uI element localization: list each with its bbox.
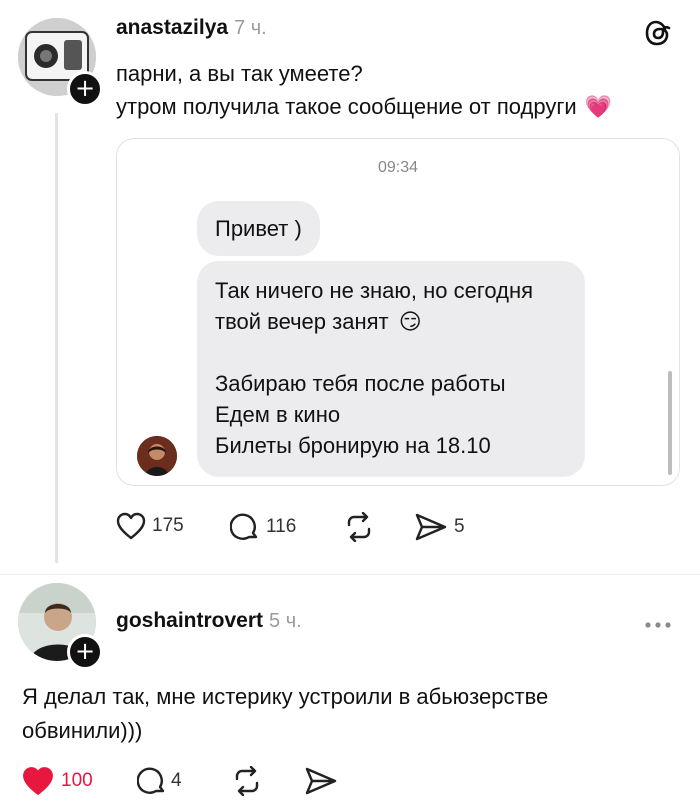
repost-icon xyxy=(235,766,259,796)
message-line2: твой вечер занят xyxy=(215,309,389,334)
repost-icon xyxy=(347,512,371,542)
heart-icon xyxy=(116,512,146,540)
follow-plus-button-reply[interactable]: + xyxy=(67,634,103,670)
share-icon xyxy=(305,767,337,795)
heart-filled-icon xyxy=(23,767,53,795)
post-username[interactable]: anastazilya xyxy=(116,16,228,40)
share-count: 5 xyxy=(454,516,465,537)
post-time: 7 ч. xyxy=(234,17,267,39)
post-text-line2-text: утром получила такое сообщение от подруг… xyxy=(116,94,577,119)
threads-logo-icon[interactable] xyxy=(643,18,673,48)
reply-time: 5 ч. xyxy=(269,610,302,632)
heart-emoji: 💗 xyxy=(584,94,613,119)
message-line2-row: твой вечер занят 😏 xyxy=(215,306,567,337)
message-bubble-greeting: Привет ) xyxy=(197,201,320,256)
comment-icon xyxy=(137,767,165,794)
reply-comment-button[interactable]: 4 xyxy=(137,766,182,796)
post-header: anastazilya 7 ч. xyxy=(116,16,267,40)
like-button[interactable]: 175 xyxy=(116,512,184,540)
post-text-line1: парни, а вы так умеете? xyxy=(116,61,363,86)
message-line5: Билеты бронирую на 18.10 xyxy=(215,433,491,458)
message-line1: Так ничего не знаю, но сегодня xyxy=(215,278,534,303)
message-greeting-text: Привет ) xyxy=(215,216,302,241)
reply-like-button[interactable]: 100 xyxy=(22,766,93,796)
reply-text-line2: обвинили))) xyxy=(22,718,143,743)
reply-share-button[interactable] xyxy=(304,766,338,796)
message-bubble-main: Так ничего не знаю, но сегодня твой вече… xyxy=(197,261,585,477)
message-line4: Едем в кино xyxy=(215,402,341,427)
reply-username[interactable]: goshaintrovert xyxy=(116,609,263,633)
reply-like-count: 100 xyxy=(61,770,93,791)
comment-count: 116 xyxy=(266,516,297,537)
reply-text-line1: Я делал так, мне истерику устроили в абь… xyxy=(22,684,549,709)
divider xyxy=(0,574,700,575)
like-count: 175 xyxy=(152,515,184,536)
message-line3: Забираю тебя после работы xyxy=(215,371,506,396)
reply-header: goshaintrovert 5 ч. xyxy=(116,609,302,633)
thread-line xyxy=(55,113,58,563)
post-text-line2: утром получила такое сообщение от подруг… xyxy=(116,94,612,120)
share-button[interactable]: 5 xyxy=(414,512,465,542)
message-time: 09:34 xyxy=(377,159,419,176)
comment-button[interactable]: 116 xyxy=(230,512,296,542)
share-icon xyxy=(415,513,447,541)
follow-plus-button[interactable]: + xyxy=(67,71,103,107)
attached-screenshot[interactable]: 09:34 Привет ) Так ничего не знаю, но се… xyxy=(116,138,680,486)
reply-repost-button[interactable] xyxy=(231,766,263,796)
scrollbar[interactable] xyxy=(668,371,672,475)
sender-avatar xyxy=(137,436,177,476)
repost-button[interactable] xyxy=(343,512,375,542)
smirk-emoji: 😏 xyxy=(398,309,422,334)
more-icon[interactable] xyxy=(643,617,673,628)
reply-comment-count: 4 xyxy=(171,770,182,791)
comment-icon xyxy=(230,513,258,540)
